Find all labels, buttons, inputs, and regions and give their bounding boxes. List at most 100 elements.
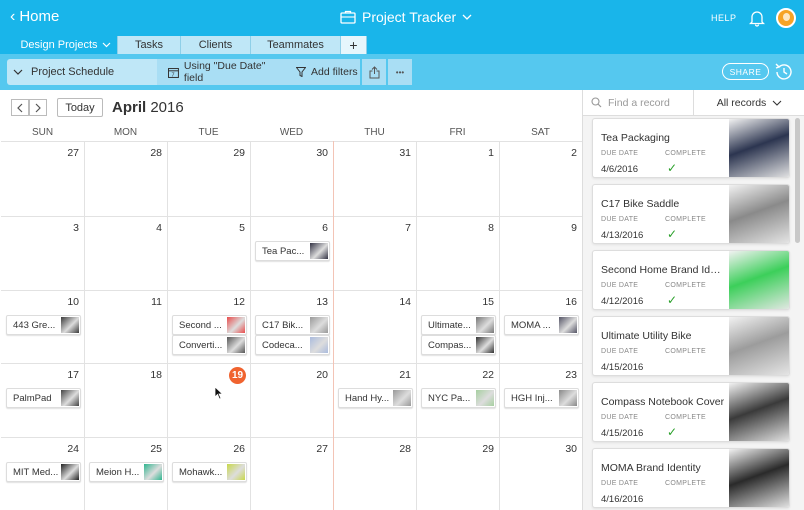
user-avatar[interactable] — [776, 8, 796, 28]
day-number: 4 — [156, 222, 162, 234]
records-filter-label: All records — [716, 96, 767, 109]
day-number: 6 — [322, 222, 328, 234]
day-number: 5 — [239, 222, 245, 234]
calendar-event[interactable]: C17 Bik... — [255, 315, 330, 335]
month-name: April — [112, 99, 147, 116]
record-search[interactable]: Find a record — [583, 90, 693, 116]
share-view-button[interactable] — [362, 59, 386, 85]
calendar-event[interactable]: Converti... — [172, 335, 247, 355]
event-label: NYC Pa... — [428, 392, 471, 404]
calendar-event[interactable]: Hand Hy... — [338, 388, 413, 408]
calendar-event[interactable]: Mohawk... — [172, 462, 247, 482]
due-date-label: DUE DATE — [601, 414, 639, 421]
records-filter-dropdown[interactable]: All records — [693, 90, 804, 116]
tab-teammates[interactable]: Teammates — [251, 36, 341, 54]
record-card[interactable]: C17 Bike Saddle DUE DATE COMPLETE 4/13/2016… — [592, 184, 790, 244]
filter-button[interactable]: Add filters — [287, 59, 360, 85]
event-thumbnail — [310, 337, 328, 353]
record-card[interactable]: MOMA Brand Identity DUE DATE COMPLETE 4/16/… — [592, 448, 790, 508]
event-label: Mohawk... — [179, 466, 223, 478]
event-thumbnail — [61, 317, 79, 333]
record-due-date: 4/13/2016 — [601, 230, 644, 241]
date-field-option[interactable]: 7 Using "Due Date" field — [157, 59, 287, 85]
calendar-event[interactable]: Meion H... — [89, 462, 164, 482]
day-number: 1 — [488, 147, 494, 159]
record-attachment-thumbnail — [729, 185, 789, 243]
day-number: 13 — [316, 296, 328, 308]
due-date-label: DUE DATE — [601, 480, 639, 487]
prev-month-button[interactable] — [11, 99, 29, 116]
next-month-button[interactable] — [29, 99, 47, 116]
record-attachment-thumbnail — [729, 449, 789, 507]
base-title-menu[interactable]: Project Tracker — [340, 9, 472, 25]
due-date-label: DUE DATE — [601, 150, 639, 157]
event-label: Second ... — [179, 319, 222, 331]
day-number: 3 — [73, 222, 79, 234]
top-bar: ‹ Home Project Tracker HELP — [0, 0, 804, 36]
day-number: 25 — [150, 443, 162, 455]
mouse-cursor — [214, 386, 224, 400]
complete-label: COMPLETE — [665, 282, 706, 289]
search-placeholder: Find a record — [608, 96, 670, 109]
record-title: Second Home Brand Identity — [601, 264, 725, 276]
event-thumbnail — [227, 464, 245, 480]
event-thumbnail — [310, 317, 328, 333]
record-card[interactable]: Second Home Brand Identity DUE DATE COMPLE… — [592, 250, 790, 310]
record-card[interactable]: Tea Packaging DUE DATE COMPLETE 4/6/2016 ✓ — [592, 118, 790, 178]
help-link[interactable]: HELP — [711, 13, 737, 23]
calendar-event[interactable]: Tea Pac... — [255, 241, 330, 261]
event-label: Compas... — [428, 339, 472, 351]
event-thumbnail — [559, 390, 577, 406]
event-label: C17 Bik... — [262, 319, 304, 331]
calendar-icon: 7 — [168, 67, 179, 78]
calendar-event[interactable]: Second ... — [172, 315, 247, 335]
calendar-event[interactable]: 443 Gre... — [6, 315, 81, 335]
today-button[interactable]: Today — [57, 98, 103, 117]
calendar-event[interactable]: Codeca... — [255, 335, 330, 355]
tab-design-projects[interactable]: Design Projects — [14, 36, 118, 54]
view-switcher[interactable]: Project Schedule — [7, 59, 157, 85]
records-scrollbar[interactable] — [795, 118, 800, 243]
day-number: 27 — [67, 147, 79, 159]
day-number: 22 — [482, 369, 494, 381]
event-label: Hand Hy... — [345, 392, 390, 404]
table-tabs: Design Projects Tasks Clients Teammates … — [0, 36, 804, 54]
history-icon[interactable] — [773, 61, 795, 86]
event-thumbnail — [559, 317, 577, 333]
event-label: Codeca... — [262, 339, 303, 351]
calendar-event[interactable]: HGH Inj... — [504, 388, 579, 408]
bell-icon[interactable] — [748, 9, 766, 30]
weekday-label: SAT — [531, 127, 550, 138]
share-button[interactable]: SHARE — [722, 63, 769, 80]
tab-tasks[interactable]: Tasks — [118, 36, 181, 54]
record-due-date: 4/12/2016 — [601, 296, 644, 307]
calendar-event[interactable]: MIT Med... — [6, 462, 81, 482]
calendar-event[interactable]: NYC Pa... — [421, 388, 496, 408]
event-label: HGH Inj... — [511, 392, 553, 404]
month-year: 2016 — [150, 99, 184, 116]
view-bar: Project Schedule 7 Using "Due Date" fiel… — [0, 54, 804, 90]
more-options-button[interactable]: ••• — [388, 59, 412, 85]
event-thumbnail — [61, 464, 79, 480]
record-attachment-thumbnail — [729, 383, 789, 441]
calendar-event[interactable]: Ultimate... — [421, 315, 496, 335]
record-due-date: 4/16/2016 — [601, 494, 644, 505]
record-card[interactable]: Compass Notebook Cover DUE DATE COMPLETE 4/… — [592, 382, 790, 442]
calendar-event[interactable]: MOMA ... — [504, 315, 579, 335]
day-number: 28 — [399, 443, 411, 455]
filter-icon — [296, 67, 306, 77]
record-attachment-thumbnail — [729, 119, 789, 177]
calendar-event[interactable]: Compas... — [421, 335, 496, 355]
record-card[interactable]: Ultimate Utility Bike DUE DATE COMPLETE 4/1… — [592, 316, 790, 376]
day-number: 18 — [150, 369, 162, 381]
home-link[interactable]: ‹ Home — [10, 8, 59, 25]
day-number: 29 — [482, 443, 494, 455]
tab-clients[interactable]: Clients — [181, 36, 251, 54]
event-label: MOMA ... — [511, 319, 551, 331]
add-table-button[interactable]: + — [341, 36, 367, 54]
due-date-label: DUE DATE — [601, 282, 639, 289]
calendar-event[interactable]: PalmPad — [6, 388, 81, 408]
complete-label: COMPLETE — [665, 480, 706, 487]
event-thumbnail — [476, 317, 494, 333]
briefcase-icon — [340, 10, 356, 24]
